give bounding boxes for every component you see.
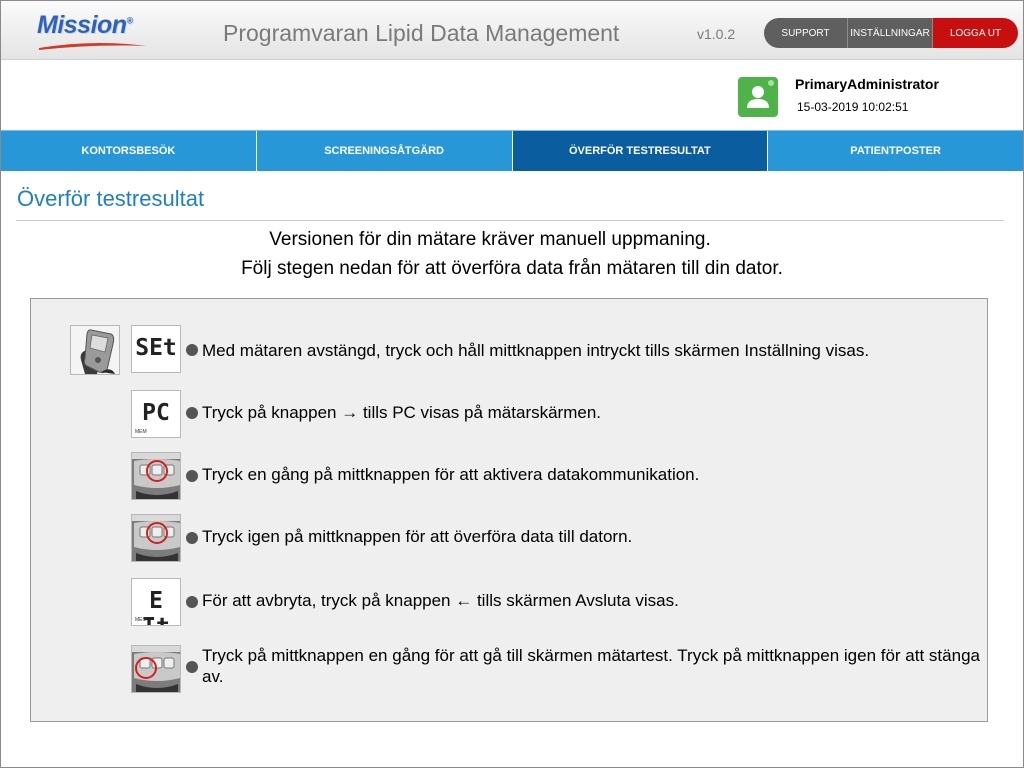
user-name: PrimaryAdministrator xyxy=(795,76,939,92)
logo-swoosh-icon xyxy=(39,42,147,50)
step-4-text: Tryck igen på mittknappen för att överfö… xyxy=(202,527,633,546)
meter-center-button-icon xyxy=(131,452,181,500)
main-nav: KONTORSBESÖK SCREENINGSÅTGÄRD ÖVERFÖR TE… xyxy=(1,130,1023,171)
support-button[interactable]: SUPPORT xyxy=(764,18,848,48)
tab-patientposter[interactable]: PATIENTPOSTER xyxy=(768,131,1023,171)
tab-screeningsatgard[interactable]: SCREENINGSÅTGÄRD xyxy=(257,131,513,171)
step-5-text: För att avbryta, tryck på knappen ← till… xyxy=(202,591,679,610)
meter-left-button-icon xyxy=(131,645,181,693)
user-icon xyxy=(747,80,774,108)
bullet-icon xyxy=(186,470,198,482)
tab-kontorsbesok[interactable]: KONTORSBESÖK xyxy=(1,131,257,171)
exit-display-icon: E It MEM xyxy=(131,578,181,626)
intro-line-2: Följ stegen nedan för att överföra data … xyxy=(241,258,783,279)
set-display-icon: SEt xyxy=(131,325,181,373)
app-header: Mission® Programvaran Lipid Data Managem… xyxy=(1,1,1023,60)
step-6-text: Tryck på mittknappen en gång för att gå … xyxy=(202,646,980,686)
step-3-text: Tryck en gång på mittknappen för att akt… xyxy=(202,465,700,484)
bullet-icon xyxy=(186,596,198,608)
page-title: Överför testresultat xyxy=(17,186,205,211)
version-label: v1.0.2 xyxy=(697,26,736,42)
tab-overfor-testresultat[interactable]: ÖVERFÖR TESTRESULTAT xyxy=(512,131,769,171)
pc-display-icon: PC MEM xyxy=(131,390,181,438)
instruction-panel: SEt Med mätaren avstängd, tryck och håll… xyxy=(30,298,988,722)
settings-button[interactable]: INSTÄLLNINGAR xyxy=(848,18,933,48)
avatar[interactable] xyxy=(738,77,778,117)
bullet-icon xyxy=(186,661,198,673)
bullet-icon xyxy=(186,344,198,356)
meter-center-button-icon xyxy=(131,514,181,562)
bullet-icon xyxy=(186,532,198,544)
logout-button[interactable]: LOGGA UT xyxy=(933,18,1018,48)
meter-device-icon xyxy=(70,325,120,375)
bullet-icon xyxy=(186,407,198,419)
login-datetime: 15-03-2019 10:02:51 xyxy=(797,100,909,114)
step-1-text: Med mätaren avstängd, tryck och håll mit… xyxy=(202,341,870,360)
header-button-group: SUPPORT INSTÄLLNINGAR LOGGA UT xyxy=(764,18,1018,48)
mission-logo: Mission® xyxy=(37,9,153,53)
app-title: Programvaran Lipid Data Management xyxy=(223,20,620,46)
intro-line-1: Versionen för din mätare kräver manuell … xyxy=(269,229,711,250)
title-divider xyxy=(16,220,1004,221)
step-2-text: Tryck på knappen → tills PC visas på mät… xyxy=(202,403,602,422)
